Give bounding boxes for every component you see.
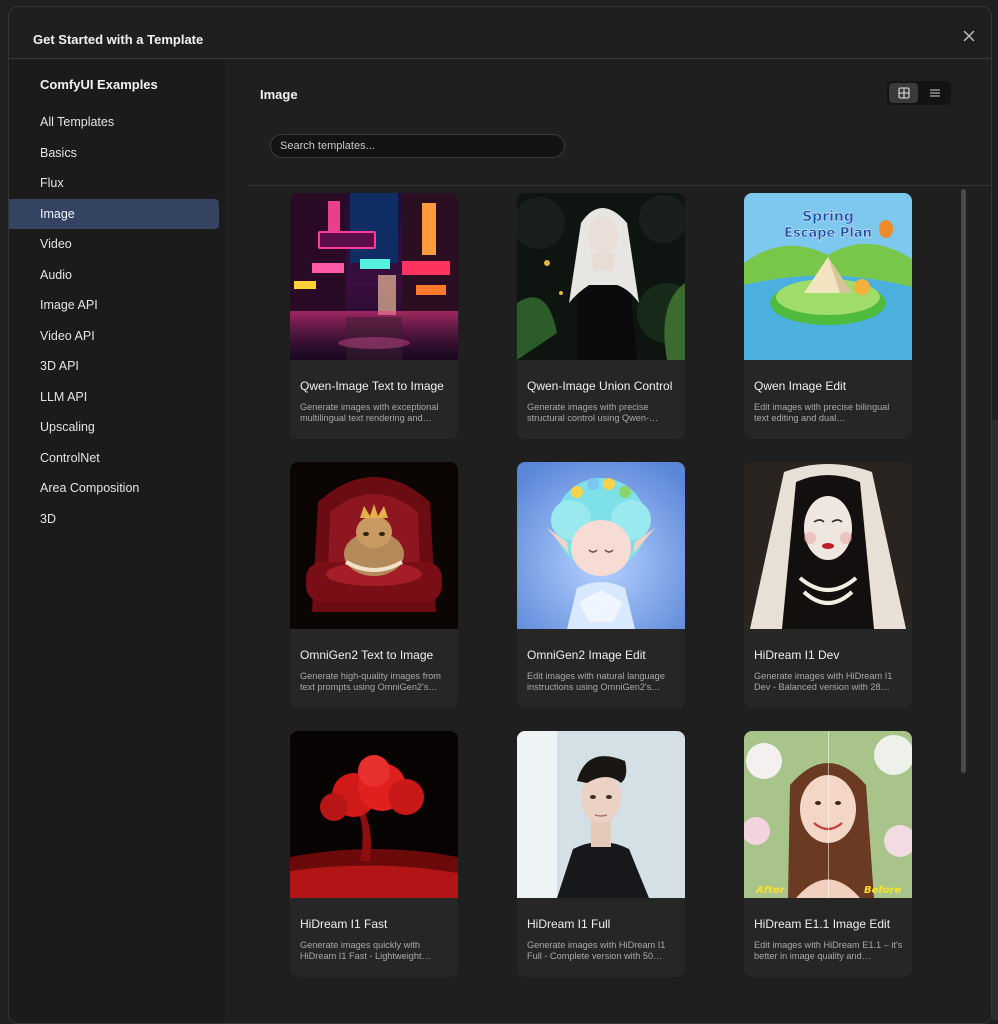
card-title: OmniGen2 Image Edit xyxy=(527,648,646,662)
poster-title: Spring xyxy=(802,209,854,225)
template-card-qwen-image-union-control[interactable]: Qwen-Image Union Control Generate images… xyxy=(517,193,685,439)
card-description: Generate images quickly with HiDream I1 … xyxy=(300,940,431,961)
template-card-hidream-i1-dev[interactable]: HiDream I1 Dev Generate images with HiDr… xyxy=(744,462,912,708)
close-button[interactable] xyxy=(961,30,977,46)
sidebar-item-controlnet[interactable]: ControlNet xyxy=(9,443,219,474)
card-description: Generate images with HiDream I1 Full - C… xyxy=(527,940,666,961)
sidebar-item-3d-api[interactable]: 3D API xyxy=(9,351,219,382)
sidebar-item-audio[interactable]: Audio xyxy=(9,260,219,291)
template-card-hidream-i1-full[interactable]: HiDream I1 Full Generate images with HiD… xyxy=(517,731,685,977)
card-title: Qwen-Image Text to Image xyxy=(300,379,444,393)
sidebar-item-upscaling[interactable]: Upscaling xyxy=(9,412,219,443)
card-description: Edit images with HiDream E1.1 – it's bet… xyxy=(754,940,903,961)
list-view-icon xyxy=(929,89,940,97)
sidebar-title: ComfyUI Examples xyxy=(40,77,158,92)
template-dialog: Get Started with a Template ComfyUI Exam… xyxy=(8,6,992,1024)
card-title: HiDream E1.1 Image Edit xyxy=(754,917,891,931)
sidebar-item-image[interactable]: Image xyxy=(9,198,219,229)
card-title: HiDream I1 Fast xyxy=(300,917,388,931)
card-title: HiDream I1 Full xyxy=(527,917,611,931)
main-panel: Image Search templates... Qwen-Image Tex… xyxy=(225,60,991,1023)
sidebar-item-area-composition[interactable]: Area Composition xyxy=(9,473,219,504)
before-label: Before xyxy=(864,885,902,896)
sidebar-item-image-api[interactable]: Image API xyxy=(9,290,219,321)
template-card-omnigen2-text-to-image[interactable]: OmniGen2 Text to Image Generate high-qua… xyxy=(290,462,458,708)
sidebar-item-3d[interactable]: 3D xyxy=(9,504,219,535)
card-title: Qwen-Image Union Control xyxy=(527,379,673,393)
card-thumbnail: After Before xyxy=(744,731,912,898)
list-view-button[interactable] xyxy=(920,83,949,103)
card-thumbnail xyxy=(744,462,912,629)
sidebar-item-video[interactable]: Video xyxy=(9,229,219,260)
card-title: Qwen Image Edit xyxy=(754,379,847,393)
card-thumbnail xyxy=(517,193,685,360)
template-card-qwen-image-text-to-image[interactable]: Qwen-Image Text to Image Generate images… xyxy=(290,193,458,439)
card-description: Generate images with HiDream I1 Dev - Ba… xyxy=(754,671,893,692)
sidebar-item-basics[interactable]: Basics xyxy=(9,138,219,169)
card-thumbnail: Spring Escape Plan xyxy=(744,193,912,360)
close-icon xyxy=(963,30,975,42)
card-description: Generate high-quality images from text p… xyxy=(300,671,441,692)
dialog-title: Get Started with a Template xyxy=(33,32,204,47)
grid-view-button[interactable] xyxy=(889,83,918,103)
grid-view-icon xyxy=(897,87,910,99)
card-title: OmniGen2 Text to Image xyxy=(300,648,434,662)
card-thumbnail xyxy=(517,731,685,898)
template-card-omnigen2-image-edit[interactable]: OmniGen2 Image Edit Edit images with nat… xyxy=(517,462,685,708)
sidebar-nav: All Templates Basics Flux Image Video Au… xyxy=(9,107,219,534)
poster-title: Escape Plan xyxy=(784,226,872,241)
card-thumbnail xyxy=(290,193,458,360)
sidebar-item-video-api[interactable]: Video API xyxy=(9,321,219,352)
sidebar-item-llm-api[interactable]: LLM API xyxy=(9,382,219,413)
scrollbar-thumb[interactable] xyxy=(961,189,966,773)
search-input[interactable] xyxy=(270,134,565,158)
background-panel-edge xyxy=(992,420,998,1020)
sidebar-item-all-templates[interactable]: All Templates xyxy=(9,107,219,138)
after-label: After xyxy=(755,885,786,896)
sidebar-item-flux[interactable]: Flux xyxy=(9,168,219,199)
view-toggle xyxy=(887,81,951,105)
card-description: Generate images with precise structural … xyxy=(527,402,659,423)
card-thumbnail xyxy=(517,462,685,629)
template-card-hidream-e1-1-image-edit[interactable]: After Before HiDream E1.1 Image Edit Edi… xyxy=(744,731,912,977)
template-card-hidream-i1-fast[interactable]: HiDream I1 Fast Generate images quickly … xyxy=(290,731,458,977)
card-thumbnail xyxy=(290,731,458,898)
card-description: Edit images with precise bilingual text … xyxy=(754,402,890,423)
template-card-qwen-image-edit[interactable]: Spring Escape Plan Qwen Image Edit Edit … xyxy=(744,193,912,439)
dialog-header: Get Started with a Template xyxy=(9,7,991,59)
sidebar: ComfyUI Examples All Templates Basics Fl… xyxy=(9,60,225,1023)
grid-divider xyxy=(249,185,991,186)
card-thumbnail xyxy=(290,462,458,629)
page-title: Image xyxy=(260,87,298,102)
card-description: Generate images with exceptional multili… xyxy=(300,402,439,423)
card-description: Edit images with natural language instru… xyxy=(527,671,665,692)
card-title: HiDream I1 Dev xyxy=(754,648,840,662)
